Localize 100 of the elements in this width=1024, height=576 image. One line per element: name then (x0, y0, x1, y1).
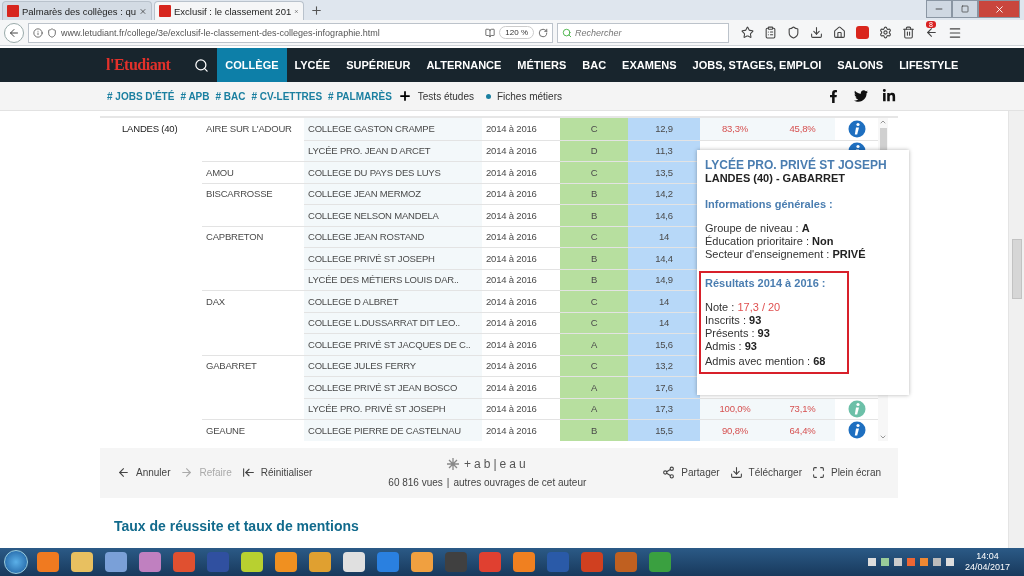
back-button[interactable] (4, 22, 24, 43)
table-cell: 15,5 (655, 424, 673, 436)
table-cell: A (590, 338, 598, 350)
table-cell: 2014 à 2016 (486, 403, 537, 415)
favicon-icon (159, 5, 171, 17)
home-icon[interactable] (833, 26, 846, 39)
toolbar-button[interactable]: Réinitialiser (236, 466, 318, 479)
table-cell: 2014 à 2016 (486, 188, 537, 200)
nav-tab[interactable]: JOBS, STAGES, EMPLOI (684, 48, 830, 82)
gear-icon[interactable] (879, 26, 892, 39)
table-cell: 11,3 (655, 145, 673, 157)
table-cell: 2014 à 2016 (486, 317, 537, 329)
nav-link[interactable]: Tests études (417, 90, 474, 102)
table-cell: 2014 à 2016 (486, 338, 537, 350)
table-cell: 14 (658, 295, 670, 307)
hashtag-link[interactable]: # PALMARÈS (328, 90, 392, 102)
table-cell: DAX (206, 295, 225, 307)
nav-tab[interactable]: LYCÉE (286, 48, 339, 82)
reload-icon[interactable] (538, 27, 548, 38)
nav-tab[interactable]: MÉTIERS (509, 48, 575, 82)
nav-tab[interactable]: SUPÉRIEUR (338, 48, 419, 82)
new-tab-icon[interactable] (310, 4, 323, 17)
minimize-button[interactable] (926, 0, 952, 18)
author-link[interactable]: autres ouvrages de cet auteur (453, 477, 587, 488)
nav-tab[interactable]: EXAMENS (614, 48, 685, 82)
search-field[interactable]: Rechercher (557, 22, 729, 43)
nav-link[interactable]: Fiches métiers (496, 90, 562, 102)
hashtag-link[interactable]: # CV-LETTRES (251, 90, 323, 102)
arrow-left-icon (117, 466, 130, 479)
app-icon[interactable] (275, 552, 297, 572)
download-icon[interactable] (810, 26, 823, 39)
info-icon[interactable] (847, 421, 866, 440)
app-icon[interactable] (309, 552, 331, 572)
table-cell: AIRE SUR L'ADOUR (206, 123, 292, 135)
table-cell: A (590, 403, 598, 415)
star-icon[interactable] (741, 26, 754, 39)
facebook-icon[interactable] (827, 89, 840, 103)
close-icon[interactable] (139, 6, 147, 16)
toolbar-button[interactable]: Annuler (112, 466, 176, 479)
table-cell: COLLEGE NELSON MANDELA (308, 209, 439, 221)
table-cell: COLLEGE L.DUSSARRAT DIT LEO.. (308, 317, 461, 329)
browser-tab[interactable]: Exclusif : le classement 201 (154, 1, 304, 20)
info-icon[interactable] (847, 119, 866, 138)
nav-tab[interactable]: COLLÈGE (217, 48, 287, 82)
app-icon[interactable] (513, 552, 535, 572)
close-icon (993, 3, 1005, 15)
hashtag-link[interactable]: # BAC (215, 90, 246, 102)
table-cell: C (590, 360, 598, 372)
table-cell: 2014 à 2016 (486, 381, 537, 393)
linkedin-icon[interactable] (882, 89, 896, 103)
table-cell: 100,0% (719, 403, 751, 415)
table-cell: LYCÉE PRO. JEAN D ARCET (308, 145, 431, 157)
page-scrollbar[interactable] (1008, 111, 1024, 548)
tableau-logo[interactable]: +ab|eau (464, 457, 529, 471)
trash-icon[interactable] (902, 26, 915, 39)
app-icon[interactable] (71, 552, 93, 572)
app-icon[interactable] (615, 552, 637, 572)
section-heading: Informations générales : (705, 198, 834, 210)
clipboard-icon[interactable] (764, 26, 777, 39)
scroll-up-icon[interactable] (879, 118, 887, 126)
info-icon[interactable] (33, 27, 43, 38)
app-icon[interactable] (105, 552, 127, 572)
start-button[interactable] (4, 550, 28, 574)
arrow-icon[interactable] (925, 26, 938, 39)
browser-tab[interactable]: Palmarès des collèges : qu (2, 1, 152, 20)
close-button[interactable] (978, 0, 1020, 18)
app-icon[interactable] (343, 552, 365, 572)
table-cell: 14 (658, 317, 670, 329)
hashtag-link[interactable]: # JOBS D'ÉTÉ (107, 90, 175, 102)
twitter-icon[interactable] (854, 89, 868, 103)
app-icon[interactable] (173, 552, 195, 572)
nav-tab[interactable]: ALTERNANCE (418, 48, 510, 82)
toolbar-button[interactable]: Télécharger (724, 466, 807, 479)
toolbar-button[interactable]: Plein écran (806, 466, 886, 479)
menu-icon[interactable] (948, 25, 962, 40)
table-cell: COLLEGE JEAN ROSTAND (308, 231, 425, 243)
nav-tab[interactable]: BAC (574, 48, 615, 82)
site-logo[interactable]: l'Etudiant (106, 48, 171, 82)
app-icon[interactable] (581, 552, 603, 572)
maximize-button[interactable] (952, 0, 978, 18)
table-cell: CAPBRETON (206, 231, 264, 243)
app-icon[interactable] (139, 552, 161, 572)
app-icon[interactable] (377, 552, 399, 572)
address-field[interactable]: www.letudiant.fr/college/3e/exclusif-le-classement-des-colleges-infographie.html 120 % (28, 22, 553, 43)
hashtag-link[interactable]: # APB (180, 90, 210, 102)
reader-icon[interactable] (485, 27, 496, 38)
shield-icon[interactable] (47, 27, 57, 38)
app-icon[interactable] (37, 552, 59, 572)
app-icon[interactable] (649, 552, 671, 572)
plus-icon (397, 89, 412, 103)
info-line: Secteur d'enseignement : PRIVÉ (705, 248, 867, 261)
app-icon[interactable] (241, 552, 263, 572)
nav-tab[interactable]: SALONS (829, 48, 892, 82)
nav-tab[interactable]: LIFESTYLE (891, 48, 967, 82)
table-cell: 64,4% (789, 424, 816, 436)
app-icon[interactable] (411, 552, 433, 572)
table-cell: C (590, 123, 598, 135)
info-icon[interactable] (847, 399, 866, 418)
app-icon[interactable] (479, 552, 501, 572)
toolbar-button[interactable]: Partager (657, 466, 725, 479)
